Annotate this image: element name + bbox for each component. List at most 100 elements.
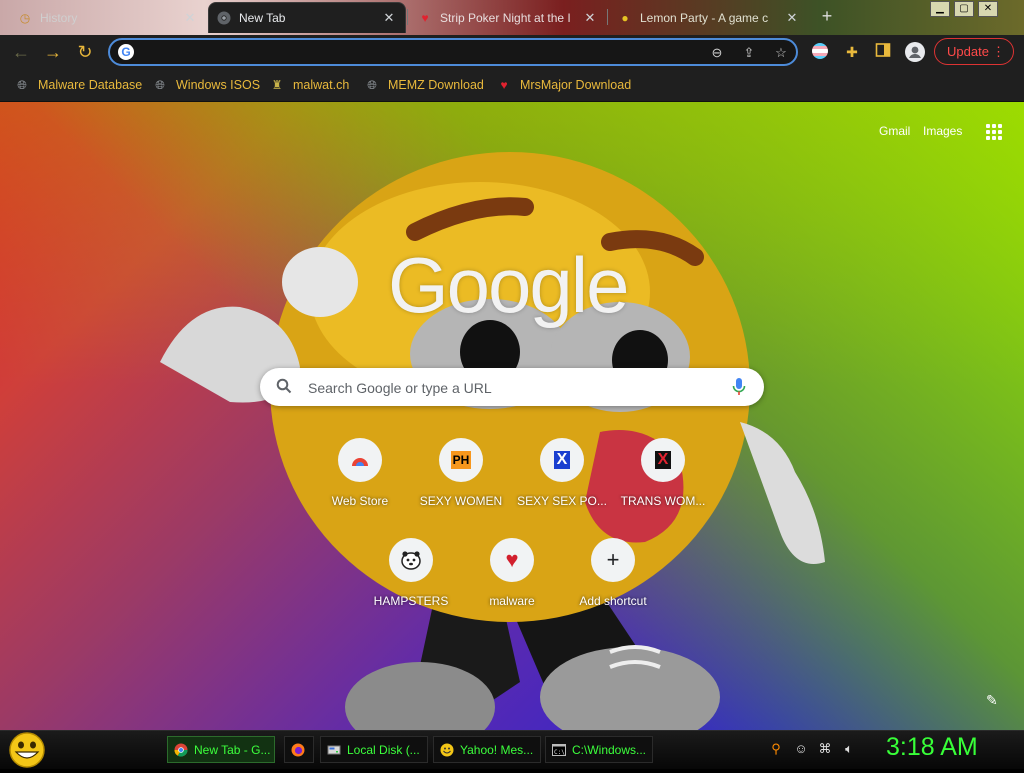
tab-title: Lemon Party - A game c <box>640 10 769 25</box>
shortcut-label: SEXY SEX PO... <box>517 494 607 508</box>
taskbar-label: Local Disk (... <box>347 742 420 757</box>
shortcut-malware[interactable]: ♥ malware <box>462 538 562 622</box>
new-tab-button[interactable]: + <box>816 5 838 27</box>
shortcut-trans-wom[interactable]: X TRANS WOM... <box>613 438 713 522</box>
shortcut-label: Web Store <box>331 494 389 508</box>
taskbar-item-firefox[interactable] <box>284 736 314 763</box>
history-icon: ◷ <box>19 10 31 25</box>
heart-icon: ♥ <box>490 538 534 582</box>
reload-button[interactable]: ↻ <box>73 40 97 64</box>
globe-icon: 🌐︎ <box>155 77 165 92</box>
tab-lemon-party[interactable]: ● Lemon Party - A game c ✕ <box>610 2 808 33</box>
tab-title: New Tab <box>239 11 286 25</box>
taskbar-clock[interactable]: 3:18 AM <box>886 733 978 762</box>
search-box[interactable] <box>260 368 764 406</box>
maximize-button[interactable]: ▢ <box>954 1 974 17</box>
tab-separator <box>407 9 408 25</box>
bookmarks-bar: 🌐︎ Malware Database 🌐︎ Windows ISOS ♜ ma… <box>0 69 1024 102</box>
tab-history[interactable]: ◷ History ✕ <box>10 2 206 33</box>
taskbar-label: C:\Windows... <box>572 742 647 757</box>
x-red-icon: X <box>641 438 685 482</box>
images-link[interactable]: Images <box>923 124 962 138</box>
taskbar-item-yahoo-messenger[interactable]: Yahoo! Mes... <box>433 736 541 763</box>
side-panel-icon[interactable] <box>873 42 893 62</box>
volume-icon[interactable]: 🔈︎ <box>841 741 857 757</box>
google-icon: G <box>118 44 134 60</box>
shortcut-sexy-sex-po[interactable]: X SEXY SEX PO... <box>512 438 612 522</box>
search-icon <box>276 378 292 394</box>
bookmark-label: MrsMajor Download <box>520 78 632 92</box>
menu-dots-icon[interactable]: ⋮ <box>992 39 1005 64</box>
share-icon[interactable]: ⇪ <box>740 44 758 62</box>
tab-new-tab[interactable]: New Tab ✕ <box>208 2 406 33</box>
close-icon[interactable]: ✕ <box>381 10 397 26</box>
customize-pencil-icon[interactable]: ✎ <box>986 692 998 709</box>
bookmark-malwatch[interactable]: ♜ malwat.ch <box>270 75 350 95</box>
svg-text:C:\: C:\ <box>554 749 565 756</box>
arrow-right-icon: → <box>44 42 62 62</box>
bookmark-mrsmajor-download[interactable]: ♥ MrsMajor Download <box>497 75 631 95</box>
add-shortcut-button[interactable]: + Add shortcut <box>563 538 663 622</box>
extensions-icon[interactable]: ✚ <box>842 42 862 62</box>
lemon-icon: ● <box>621 10 629 25</box>
profile-flag-icon[interactable] <box>810 42 830 62</box>
webstore-icon <box>338 438 382 482</box>
shortcut-web-store[interactable]: Web Store <box>310 438 410 522</box>
heart-icon: ♥ <box>500 78 508 92</box>
hamster-icon <box>389 538 433 582</box>
forward-button[interactable]: → <box>41 40 65 64</box>
shortcut-sexy-women[interactable]: PH SEXY WOMEN <box>411 438 511 522</box>
tab-separator <box>607 9 608 25</box>
shortcut-label: HAMPSTERS <box>373 594 449 608</box>
back-button[interactable]: ← <box>9 40 33 64</box>
tab-strip-poker[interactable]: ♥ Strip Poker Night at the I ✕ <box>410 2 606 33</box>
globe-icon: 🌐︎ <box>367 77 377 92</box>
google-logo: Google <box>388 241 630 329</box>
tab-strip: ◷ History ✕ New Tab ✕ ♥ Strip Poker Nigh… <box>0 0 1024 35</box>
taskbar-item-chrome[interactable]: New Tab - G... <box>167 736 275 763</box>
search-input[interactable] <box>306 377 710 399</box>
taskbar-label: New Tab - G... <box>194 742 271 757</box>
taskbar-item-local-disk[interactable]: Local Disk (... <box>320 736 428 763</box>
shortcut-label: Add shortcut <box>579 594 647 608</box>
bookmark-star-icon[interactable]: ☆ <box>772 44 790 62</box>
minimize-button[interactable]: ▁ <box>930 1 950 17</box>
bookmark-memz-download[interactable]: 🌐︎ MEMZ Download <box>365 75 484 95</box>
plus-icon-glyph: + <box>606 547 620 572</box>
chrome-icon <box>217 11 231 25</box>
update-button[interactable]: Update ⋮ <box>934 38 1014 65</box>
heart-icon: ♥ <box>421 10 429 25</box>
close-icon[interactable]: ✕ <box>582 10 598 26</box>
reload-icon: ↻ <box>77 42 93 62</box>
taskbar-item-command-prompt[interactable]: C:\ C:\Windows... <box>545 736 653 763</box>
microphone-icon[interactable] <box>732 377 746 397</box>
start-button[interactable] <box>8 732 46 768</box>
apps-grid-icon[interactable] <box>986 124 1002 140</box>
taskbar: New Tab - G... Local Disk (... Yahoo! Me… <box>0 730 1024 769</box>
tab-title: Strip Poker Night at the I <box>440 10 571 25</box>
firefox-icon <box>291 743 305 757</box>
network-icon[interactable]: ⌘ <box>817 741 833 757</box>
bookmark-windows-isos[interactable]: 🌐︎ Windows ISOS <box>153 75 260 95</box>
messenger-tray-icon[interactable]: ☺ <box>793 741 809 757</box>
bookmark-malware-database[interactable]: 🌐︎ Malware Database <box>15 75 142 95</box>
update-label: Update <box>947 44 989 59</box>
account-avatar-icon[interactable] <box>905 42 925 62</box>
x-icon: X <box>540 438 584 482</box>
shortcut-label: malware <box>489 594 535 608</box>
search-icon[interactable]: ⚲ <box>768 741 784 757</box>
address-bar[interactable]: G ⊖ ⇪ ☆ <box>108 38 798 66</box>
window-close-button[interactable]: ✕ <box>978 1 998 17</box>
ph-icon: PH <box>439 438 483 482</box>
heart-icon-glyph: ♥ <box>505 547 519 572</box>
close-icon[interactable]: ✕ <box>784 10 800 26</box>
close-icon[interactable]: ✕ <box>182 10 198 26</box>
yahoo-messenger-icon <box>440 743 454 757</box>
bookmark-label: Malware Database <box>38 78 143 92</box>
zoom-icon[interactable]: ⊖ <box>708 44 726 62</box>
arrow-left-icon: ← <box>12 42 30 62</box>
gmail-link[interactable]: Gmail <box>879 124 910 138</box>
browser-toolbar: ← → ↻ G ⊖ ⇪ ☆ ✚ Update ⋮ <box>0 35 1024 69</box>
shortcut-hampsters[interactable]: HAMPSTERS <box>361 538 461 622</box>
address-input[interactable] <box>144 43 708 63</box>
